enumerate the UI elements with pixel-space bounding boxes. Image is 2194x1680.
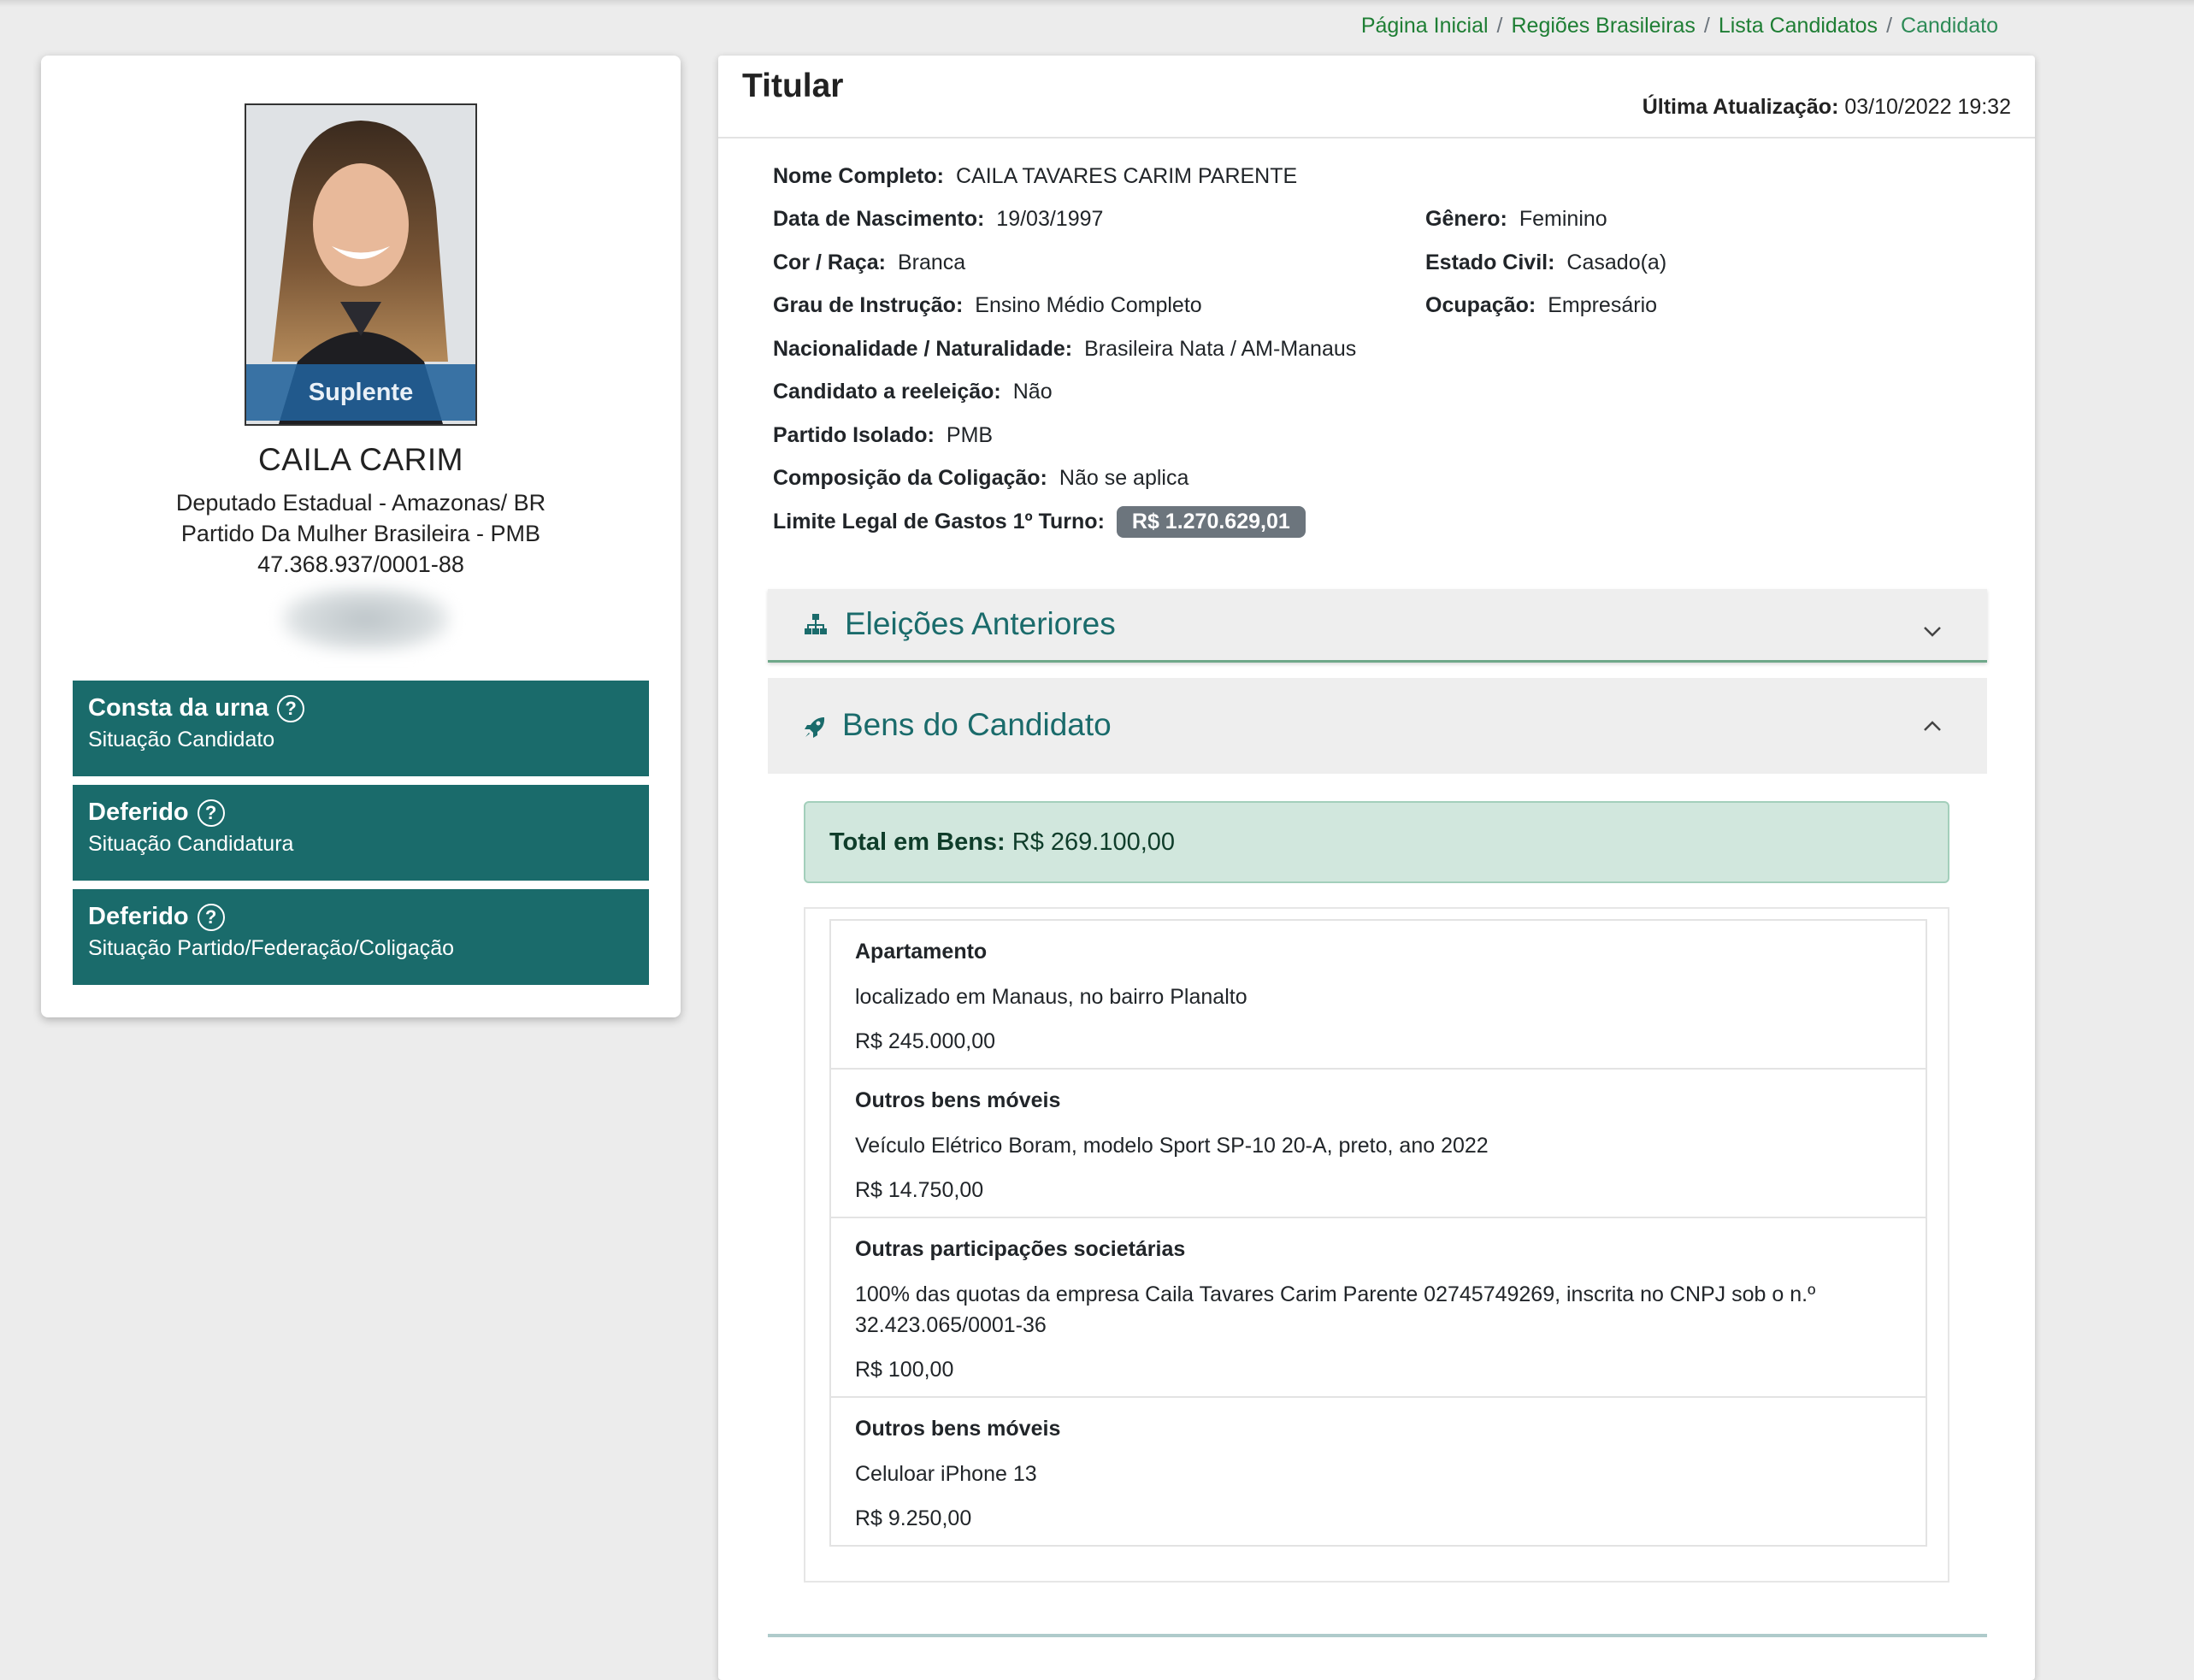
field-value: Não se aplica (1059, 466, 1189, 490)
field-spending-limit: Limite Legal de Gastos 1º Turno: R$ 1.270… (773, 506, 1306, 538)
breadcrumb-regions-link[interactable]: Regiões Brasileiras (1512, 14, 1696, 38)
list-item: Outros bens móveis Veículo Elétrico Bora… (831, 1070, 1926, 1218)
field-coalition: Composição da Coligação: Não se aplica (773, 466, 1189, 490)
field-value: Não (1012, 380, 1053, 404)
last-update-label: Última Atualização: (1642, 95, 1839, 119)
field-value: 19/03/1997 (996, 207, 1104, 231)
total-assets-alert: Total em Bens: R$ 269.100,00 (804, 801, 1949, 883)
blurred-number-image (280, 586, 451, 652)
asset-type: Outros bens móveis (855, 1417, 1061, 1441)
field-value: Feminino (1519, 207, 1607, 231)
asset-value: R$ 9.250,00 (855, 1506, 972, 1530)
status-subtitle: Situação Partido/Federação/Coligação (88, 936, 455, 960)
field-value: Casado(a) (1566, 251, 1667, 274)
accordion-title: Eleições Anteriores (845, 606, 1116, 641)
field-full-name: Nome Completo: CAILA TAVARES CARIM PARENT… (773, 164, 1298, 188)
chevron-down-icon (1920, 615, 1944, 651)
breadcrumb-home-link[interactable]: Página Inicial (1361, 14, 1489, 38)
candidate-profile-card: Suplente CAILA CARIM Deputado Estadual -… (41, 56, 681, 1017)
status-subtitle: Situação Candidato (88, 728, 275, 752)
asset-type: Outras participações societárias (855, 1237, 1186, 1261)
breadcrumb-separator: / (1496, 14, 1503, 38)
candidate-party: Partido Da Mulher Brasileira - PMB (180, 521, 541, 546)
asset-description: localizado em Manaus, no bairro Planalto (855, 985, 1247, 1009)
status-title: Deferido (88, 799, 189, 826)
candidate-details-card: Titular Última Atualização: 03/10/2022 1… (718, 56, 2035, 1680)
total-assets-value: R$ 269.100,00 (1011, 828, 1176, 856)
field-education: Grau de Instrução: Ensino Médio Completo (773, 293, 1202, 317)
accordion-previous-elections[interactable]: Eleições Anteriores (768, 589, 1987, 663)
accordion-title: Bens do Candidato (842, 707, 1112, 742)
asset-value: R$ 14.750,00 (855, 1178, 984, 1202)
candidate-name: CAILA CARIM (258, 442, 463, 477)
accordion-bottom-border (768, 1634, 1987, 1637)
asset-type: Apartamento (855, 940, 988, 964)
asset-description: Veículo Elétrico Boram, modelo Sport SP-… (855, 1134, 1489, 1158)
sitemap-icon (802, 610, 829, 645)
details-header: Titular Última Atualização: 03/10/2022 1… (718, 56, 2035, 139)
breadcrumb-separator: / (1703, 14, 1710, 38)
help-icon[interactable]: ? (197, 799, 225, 827)
top-shade (0, 0, 2194, 7)
help-icon[interactable]: ? (197, 903, 225, 931)
field-reelection: Candidato a reeleição: Não (773, 380, 1053, 404)
spending-limit-badge: R$ 1.270.629,01 (1116, 506, 1306, 538)
field-value: Empresário (1548, 293, 1658, 317)
chevron-up-icon (1920, 710, 1944, 746)
assets-container: Apartamento localizado em Manaus, no bai… (804, 907, 1949, 1583)
field-marital-status: Estado Civil: Casado(a) (1425, 251, 1667, 274)
field-value: Ensino Médio Completo (975, 293, 1202, 317)
candidate-office: Deputado Estadual - Amazonas/ BR (175, 490, 546, 516)
breadcrumb-list-link[interactable]: Lista Candidatos (1719, 14, 1878, 38)
field-race: Cor / Raça: Branca (773, 251, 966, 274)
list-item: Outras participações societárias 100% da… (831, 1218, 1926, 1398)
field-value: Brasileira Nata / AM-Manaus (1084, 337, 1357, 361)
rocket-icon (802, 712, 828, 748)
status-candidate-box: Consta da urna? Situação Candidato (73, 681, 649, 776)
asset-value: R$ 245.000,00 (855, 1029, 996, 1053)
details-title: Titular (742, 68, 844, 104)
status-title: Consta da urna (88, 694, 269, 722)
breadcrumb: Página Inicial / Regiões Brasileiras / Lista… (1361, 14, 1998, 38)
list-item: Outros bens móveis Celuloar iPhone 13 R$… (831, 1398, 1926, 1545)
status-subtitle: Situação Candidatura (88, 832, 294, 856)
last-update-value: 03/10/2022 19:32 (1844, 95, 2011, 119)
field-value: PMB (946, 423, 994, 447)
help-icon[interactable]: ? (277, 694, 305, 722)
asset-description: 100% das quotas da empresa Caila Tavares… (855, 1282, 1816, 1337)
candidate-cnpj: 47.368.937/0001-88 (257, 551, 464, 577)
assets-list: Apartamento localizado em Manaus, no bai… (829, 919, 1927, 1547)
field-gender: Gênero: Feminino (1425, 207, 1607, 231)
field-party: Partido Isolado: PMB (773, 423, 994, 447)
breadcrumb-separator: / (1886, 14, 1893, 38)
total-assets-label: Total em Bens: (829, 828, 1006, 856)
status-title: Deferido (88, 903, 189, 930)
field-occupation: Ocupação: Empresário (1425, 293, 1658, 317)
status-party-box: Deferido? Situação Partido/Federação/Col… (73, 889, 649, 985)
last-update: Última Atualização: 03/10/2022 19:32 (1643, 95, 2011, 120)
field-nationality: Nacionalidade / Naturalidade: Brasileira … (773, 337, 1357, 361)
asset-description: Celuloar iPhone 13 (855, 1462, 1037, 1486)
accordion-candidate-assets[interactable]: Bens do Candidato (768, 678, 1987, 774)
candidate-role-badge: Suplente (246, 364, 475, 421)
asset-type: Outros bens móveis (855, 1088, 1061, 1112)
field-value: CAILA TAVARES CARIM PARENTE (956, 164, 1298, 188)
list-item: Apartamento localizado em Manaus, no bai… (831, 921, 1926, 1070)
field-birth-date: Data de Nascimento: 19/03/1997 (773, 207, 1104, 231)
status-candidacy-box: Deferido? Situação Candidatura (73, 785, 649, 881)
field-value: Branca (897, 251, 966, 274)
breadcrumb-current: Candidato (1901, 14, 1998, 38)
asset-value: R$ 100,00 (855, 1358, 954, 1382)
candidate-photo: Suplente (245, 103, 477, 426)
